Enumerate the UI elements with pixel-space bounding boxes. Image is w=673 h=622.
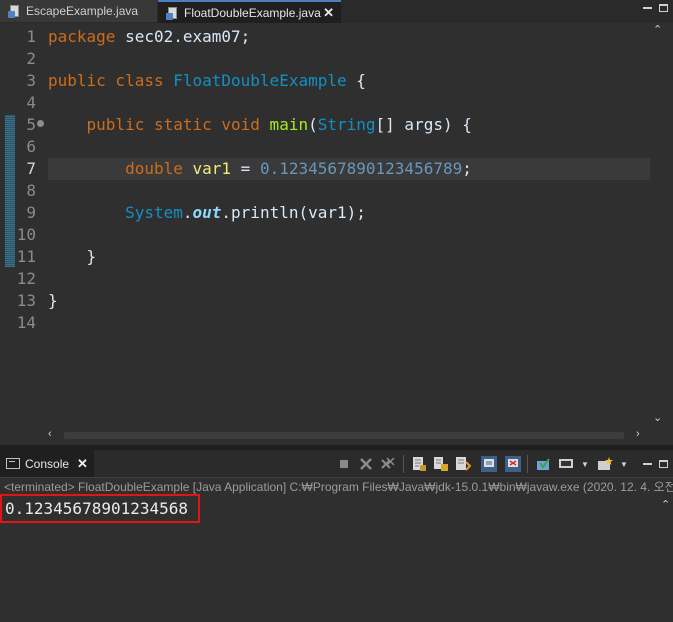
variable-token: var1 — [182, 159, 232, 178]
line-number: 1 — [26, 27, 36, 46]
terminate-icon[interactable] — [336, 456, 352, 472]
override-marker-icon[interactable] — [37, 120, 44, 127]
console-view: Console ✕ ▼ ▼ <terminated> FloatDoubleEx… — [0, 450, 673, 622]
code-token: .println(var1); — [221, 203, 366, 222]
line-number: 5 — [26, 115, 36, 134]
scroll-up-icon[interactable]: ⌃ — [661, 498, 670, 511]
chevron-down-icon[interactable]: ▼ — [620, 460, 628, 469]
code-text[interactable]: package sec02.exam07; public class Float… — [48, 23, 650, 428]
class-name-token: String — [317, 115, 376, 134]
console-tab-bar: Console ✕ ▼ ▼ — [0, 450, 673, 478]
toolbar-separator — [527, 455, 528, 473]
line-number: 10 — [16, 225, 36, 244]
code-line-3: public class FloatDoubleExample { — [48, 70, 366, 92]
remove-launch-icon[interactable] — [358, 456, 374, 472]
code-editor[interactable]: 1 2 3 4 5 6 7 8 9 10 11 12 13 14 package… — [0, 23, 673, 445]
editor-tab-bar: EscapeExample.java FloatDoubleExample.ja… — [0, 0, 673, 24]
code-token: ( — [308, 115, 318, 134]
tab-label: FloatDoubleExample.java — [184, 6, 321, 20]
scroll-up-icon[interactable]: ⌃ — [653, 23, 662, 36]
show-stderr-icon[interactable] — [505, 456, 521, 472]
tab-console[interactable]: Console ✕ — [0, 450, 94, 477]
close-tab-icon[interactable]: ✕ — [323, 5, 334, 21]
static-field-token: out — [192, 203, 222, 222]
code-line-5: public static void main(String[] args) { — [48, 114, 472, 136]
scrollbar-thumb[interactable] — [64, 432, 624, 439]
code-token: [] args) { — [375, 115, 472, 134]
line-number: 2 — [26, 49, 36, 68]
toolbar-separator — [403, 455, 404, 473]
code-line-9: System.out.println(var1); — [48, 202, 366, 224]
scroll-right-icon[interactable]: › — [636, 428, 640, 440]
class-name-token: System — [125, 203, 183, 222]
tab-label: EscapeExample.java — [26, 4, 139, 18]
code-line-1: package sec02.exam07; — [48, 26, 250, 48]
tab-float-double-example[interactable]: FloatDoubleExample.java ✕ — [158, 0, 341, 24]
console-vertical-scrollbar[interactable]: ⌃ — [660, 498, 673, 622]
code-token: . — [182, 203, 193, 222]
display-console-icon[interactable] — [558, 456, 574, 472]
word-wrap-icon[interactable] — [455, 456, 471, 472]
code-token: sec02.exam07; — [115, 27, 251, 46]
code-token: = — [231, 159, 260, 178]
line-number: 11 — [16, 247, 36, 266]
code-token: { — [346, 71, 366, 90]
minimize-icon[interactable] — [643, 460, 652, 468]
line-number-gutter: 1 2 3 4 5 6 7 8 9 10 11 12 13 14 — [0, 23, 44, 428]
keyword-token: package — [48, 27, 116, 46]
scroll-lock-icon[interactable] — [433, 456, 449, 472]
line-number: 4 — [26, 93, 36, 112]
minimize-icon[interactable] — [643, 4, 652, 12]
class-name-token: FloatDoubleExample — [163, 71, 347, 90]
line-number: 8 — [26, 181, 36, 200]
line-number: 3 — [26, 71, 36, 90]
java-file-icon — [166, 6, 178, 20]
line-number: 9 — [26, 203, 36, 222]
show-stdout-icon[interactable] — [481, 456, 497, 472]
code-token: ; — [462, 159, 472, 178]
scroll-left-icon[interactable]: ‹ — [48, 428, 52, 440]
new-console-icon[interactable] — [597, 456, 613, 472]
highlight-box — [0, 494, 200, 523]
console-icon — [6, 458, 20, 469]
maximize-icon[interactable] — [659, 460, 668, 468]
line-number: 13 — [16, 291, 36, 310]
scroll-down-icon[interactable]: ⌄ — [653, 411, 662, 424]
java-file-icon — [8, 4, 20, 18]
tab-escape-example[interactable]: EscapeExample.java — [0, 0, 157, 22]
line-number: 12 — [16, 269, 36, 288]
number-literal-token: 0.1234567890123456789 — [259, 159, 463, 178]
chevron-down-icon[interactable]: ▼ — [581, 460, 589, 469]
maximize-icon[interactable] — [659, 4, 668, 12]
method-name-token: main — [259, 115, 309, 134]
line-number-current: 7 — [26, 159, 36, 178]
line-number: 14 — [16, 313, 36, 332]
editor-vertical-scrollbar[interactable]: ⌃ ⌄ — [650, 23, 665, 428]
code-line-7: double var1 = 0.1234567890123456789; — [48, 158, 472, 180]
keyword-token: public class — [48, 71, 164, 90]
console-tab-label: Console — [25, 456, 70, 471]
keyword-token: double — [125, 159, 183, 178]
clear-console-icon[interactable] — [411, 456, 427, 472]
line-number: 6 — [26, 137, 36, 156]
code-line-11: } — [48, 247, 97, 266]
editor-horizontal-scrollbar[interactable]: ‹ › — [44, 428, 650, 443]
close-icon[interactable]: ✕ — [77, 456, 88, 472]
keyword-token: public static void — [86, 115, 260, 134]
code-line-13: } — [48, 291, 58, 310]
pin-console-icon[interactable] — [535, 456, 551, 472]
remove-all-icon[interactable] — [380, 456, 396, 472]
